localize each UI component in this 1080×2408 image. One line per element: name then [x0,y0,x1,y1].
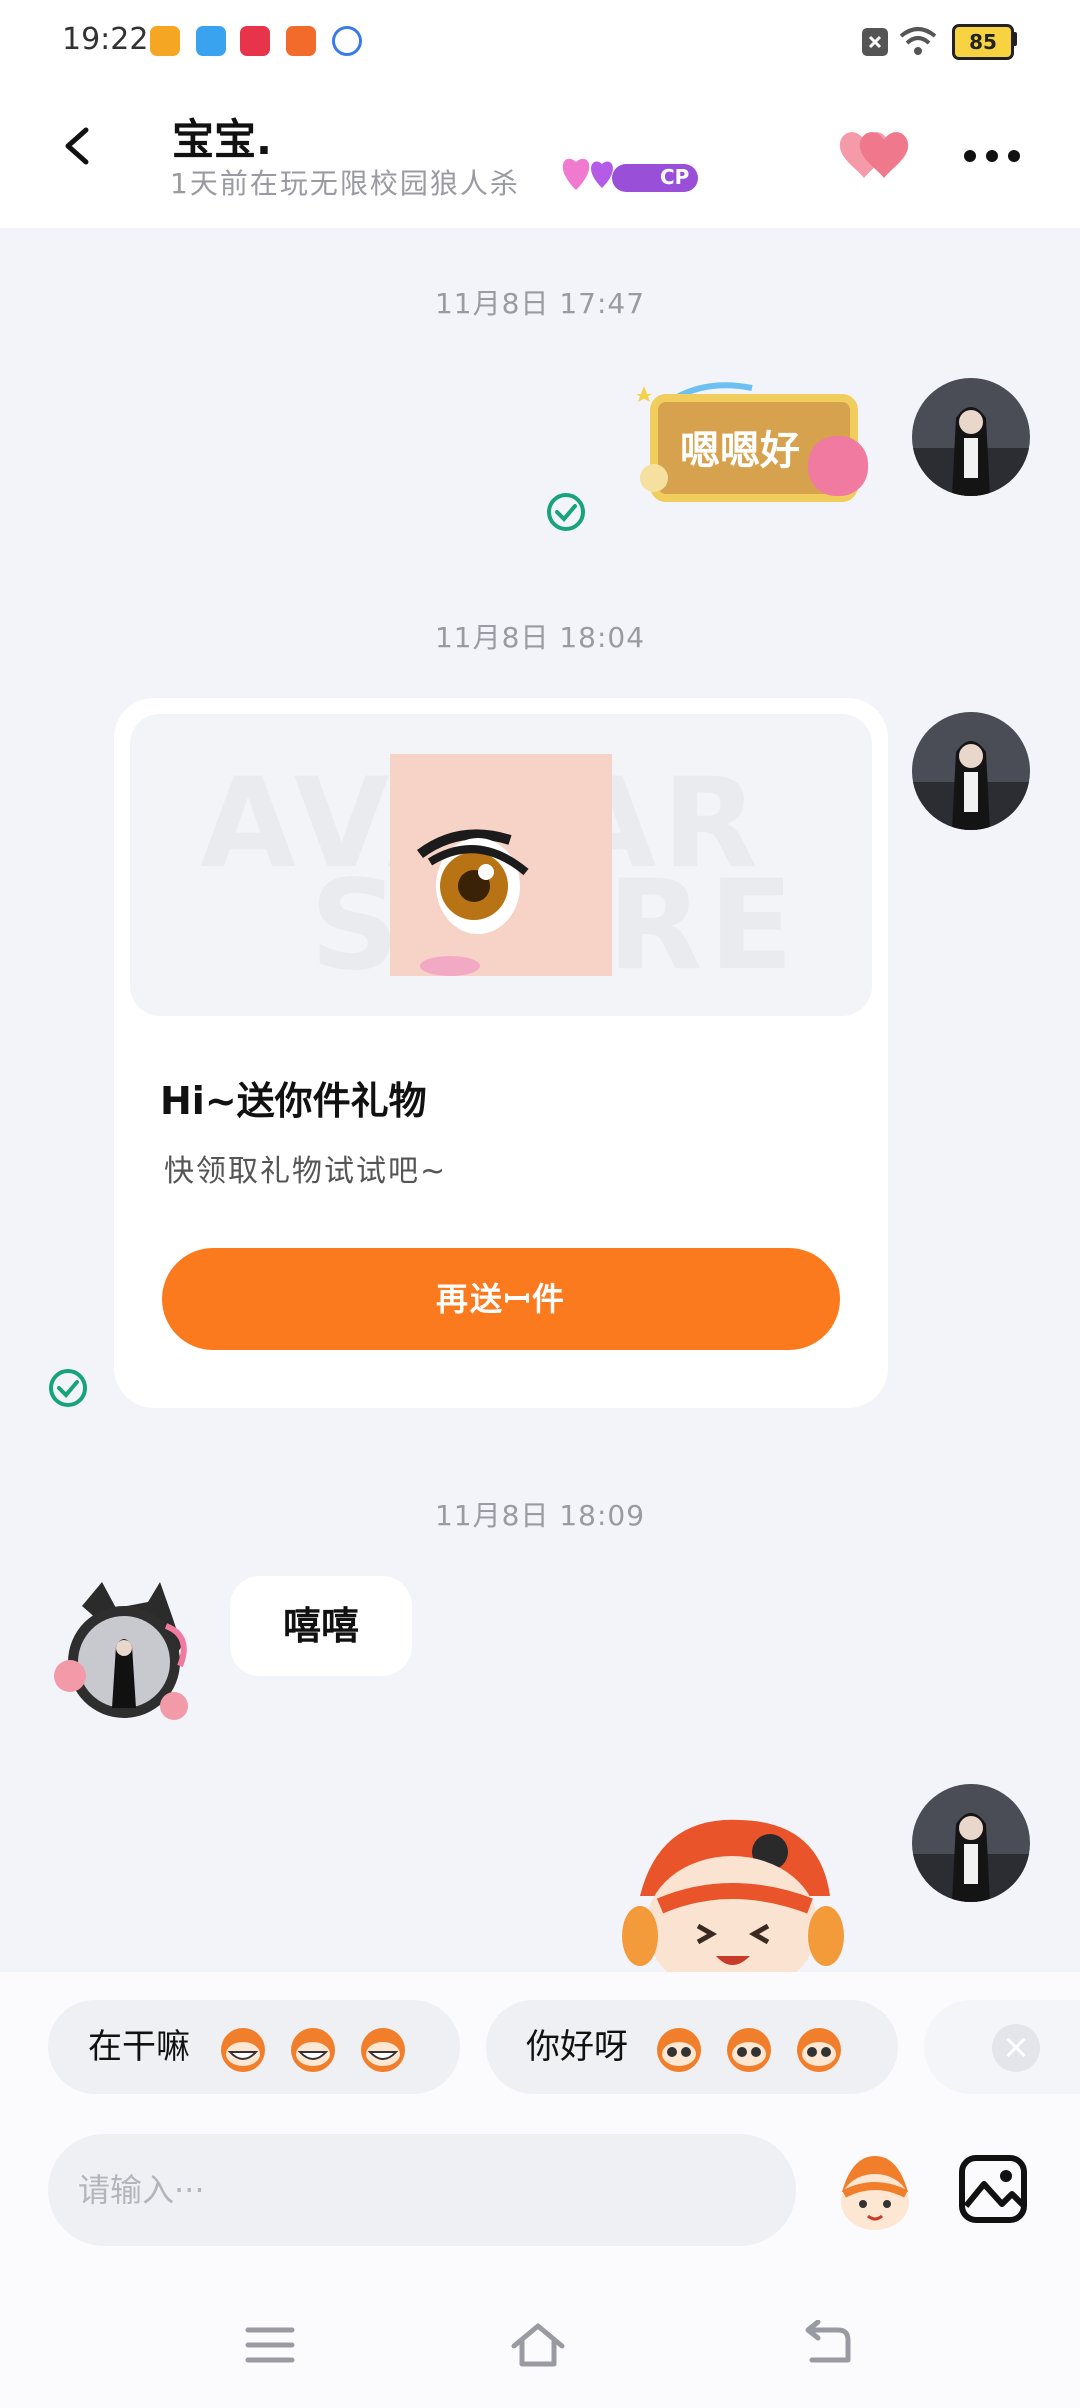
my-avatar[interactable] [912,1784,1030,1902]
laughing-mascot-icon [291,2028,335,2072]
gift-item-image [390,754,612,976]
cp-badge[interactable]: CP [556,156,700,200]
home-nav-icon[interactable] [510,2320,566,2370]
read-check-icon [547,493,585,531]
grid-app-icon [286,26,316,56]
wide-eyed-mascot-icon [797,2028,841,2072]
contact-status: 1天前在玩无限校园狼人杀 [170,167,520,200]
sticker-mascot-icon[interactable] [832,2152,918,2232]
message-input[interactable]: 请输入··· [48,2134,796,2246]
cp-badge-label: CP [660,165,690,189]
status-bar: 19:22 85 [0,0,1080,84]
battery-indicator: 85 [952,24,1014,60]
contact-avatar[interactable] [52,1576,196,1732]
xiaohongshu-icon [240,26,270,56]
menu-nav-icon[interactable] [242,2320,298,2370]
message-timestamp: 11月8日 18:04 [434,621,646,654]
send-app-icon [196,26,226,56]
received-message-bubble[interactable]: 嘻嘻 [230,1576,412,1676]
sticker-text: 嗯嗯好 [680,428,800,474]
my-avatar[interactable] [912,378,1030,496]
wifi-icon [899,27,937,55]
hearts-icon[interactable] [838,126,914,182]
laughing-mascot-icon [361,2028,405,2072]
mascot-sticker[interactable] [620,1806,846,1972]
image-picker-icon[interactable] [958,2154,1028,2224]
more-options-icon[interactable] [962,148,1022,164]
quick-reply-label: 你好呀 [526,2027,628,2067]
input-placeholder: 请输入··· [78,2171,205,2209]
my-avatar[interactable] [912,712,1030,830]
quick-reply-label: 在干嘛 [88,2027,190,2067]
chat-header: 宝宝. 1天前在玩无限校园狼人杀 CP [0,84,1080,228]
gift-description: 快领取礼物试试吧~ [164,1154,448,1189]
back-arrow-icon[interactable] [58,126,98,166]
sim-off-icon [862,28,888,56]
battery-tip [1012,32,1017,46]
quick-reply-chip[interactable]: 在干嘛 [48,2000,460,2094]
quick-reply-chip[interactable]: 你好呀 [486,2000,898,2094]
back-nav-icon[interactable] [798,2320,854,2370]
video-app-icon [150,26,180,56]
close-quick-replies-icon[interactable]: × [992,2024,1040,2072]
wide-eyed-mascot-icon [657,2028,701,2072]
contact-name: 宝宝. [172,115,272,164]
message-timestamp: 11月8日 17:47 [434,287,646,320]
wide-eyed-mascot-icon [727,2028,771,2072]
gift-banner: AVATAR STORE [130,714,872,1016]
laughing-mascot-icon [221,2028,265,2072]
message-timestamp: 11月8日 18:09 [434,1499,646,1532]
read-check-icon [49,1369,87,1407]
gift-title: Hi~送你件礼物 [160,1079,427,1123]
browser-app-icon [332,26,362,56]
sticker-message[interactable]: 嗯嗯好 [632,376,884,506]
send-another-gift-button[interactable]: 再送ꟷ件 [162,1248,840,1350]
status-time: 19:22 [62,22,149,57]
